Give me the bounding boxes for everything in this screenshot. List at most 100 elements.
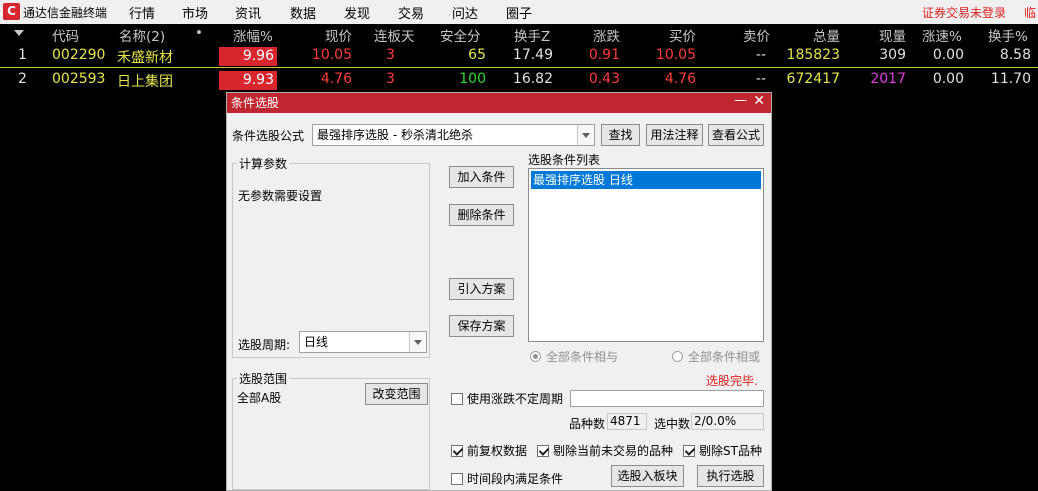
check-exclude-halt[interactable]: 剔除当前未交易的品种 <box>537 442 673 459</box>
menu-quotes[interactable]: 行情 <box>129 3 155 22</box>
checkbox-exclude-st[interactable] <box>683 445 695 457</box>
table-row[interactable]: 2 002593 日上集团 9.93 4.76 3 100 16.82 0.43… <box>0 69 1038 92</box>
check-adjust-label: 前复权数据 <box>467 444 528 458</box>
col-now[interactable]: 现量 <box>860 25 906 45</box>
menu-trade[interactable]: 交易 <box>398 3 424 22</box>
range-value: 全部A股 <box>237 391 282 405</box>
col-chg[interactable]: 涨跌 <box>580 25 620 45</box>
usage-notes-button[interactable]: 用法注释 <box>646 124 703 146</box>
period-select[interactable]: 日线 <box>299 331 427 353</box>
import-plan-button[interactable]: 引入方案 <box>449 278 514 300</box>
checkbox-uncertain[interactable] <box>451 393 463 405</box>
menu-news[interactable]: 资讯 <box>235 3 261 22</box>
row-turn: 8.58 <box>999 47 1031 63</box>
delete-condition-button[interactable]: 删除条件 <box>449 204 514 226</box>
dialog-title-bar[interactable]: 条件选股 <box>227 93 771 113</box>
add-condition-button[interactable]: 加入条件 <box>449 166 514 188</box>
params-title: 计算参数 <box>237 155 290 172</box>
col-dot[interactable]: • <box>195 25 203 41</box>
menu-circle[interactable]: 圈子 <box>506 3 532 22</box>
row-ask: -- <box>755 71 766 87</box>
row-index: 1 <box>18 47 27 63</box>
radio-or-label: 全部条件相或 <box>688 350 761 364</box>
save-plan-button[interactable]: 保存方案 <box>449 315 514 337</box>
menu-discover[interactable]: 发现 <box>344 3 370 22</box>
count-value: 4871 <box>607 413 647 430</box>
view-formula-button[interactable]: 查看公式 <box>708 124 764 146</box>
select-value: 2/0.0% <box>691 413 764 430</box>
login-status-more[interactable]: 临 <box>1024 4 1036 21</box>
chevron-down-icon[interactable] <box>577 125 594 145</box>
select-label: 选中数 <box>654 417 691 431</box>
row-now: 2017 <box>870 71 906 87</box>
condition-list[interactable]: 最强排序选股 日线 <box>528 168 764 342</box>
row-days: 3 <box>386 71 395 87</box>
check-timerange[interactable]: 时间段内满足条件 <box>451 470 563 487</box>
to-block-button[interactable]: 选股入板块 <box>611 465 684 487</box>
row-bid: 4.76 <box>664 71 696 87</box>
list-item[interactable]: 最强排序选股 日线 <box>531 171 761 189</box>
menu-data[interactable]: 数据 <box>290 3 316 22</box>
row-name: 禾盛新材 <box>117 50 173 66</box>
app-name: 通达信金融终端 <box>23 6 108 20</box>
row-code: 002290 <box>52 47 106 63</box>
table-row[interactable]: 1 002290 禾盛新材 9.96 10.05 3 65 17.49 0.91… <box>0 45 1038 68</box>
col-days[interactable]: 连板天 <box>374 25 415 45</box>
check-adjust[interactable]: 前复权数据 <box>451 442 527 459</box>
radio-or[interactable]: 全部条件相或 <box>672 348 760 365</box>
minimize-icon[interactable]: — <box>734 93 747 108</box>
col-speed[interactable]: 涨速% <box>922 25 962 45</box>
row-speed: 0.00 <box>932 47 964 63</box>
col-pct[interactable]: 涨幅% <box>233 25 273 45</box>
row-pct: 9.96 <box>219 47 277 66</box>
checkbox-timerange[interactable] <box>451 473 463 485</box>
menu-bar: C 通达信金融终端 行情 市场 资讯 数据 发现 交易 问达 圈子 证券交易未登… <box>0 0 1038 24</box>
sort-triangle-icon[interactable] <box>14 30 24 36</box>
close-icon[interactable]: ✕ <box>753 93 765 109</box>
find-button[interactable]: 查找 <box>601 124 640 146</box>
checkbox-adjust[interactable] <box>451 445 463 457</box>
check-exclude-st[interactable]: 剔除ST品种 <box>683 442 762 459</box>
radio-or-dot[interactable] <box>672 351 683 362</box>
app-logo-icon: C <box>3 3 20 20</box>
col-turnz[interactable]: 换手Z <box>514 25 550 45</box>
row-price: 4.76 <box>320 71 352 87</box>
status-done: 选股完毕. <box>706 374 758 388</box>
checkbox-exclude-halt[interactable] <box>537 445 549 457</box>
col-safe[interactable]: 安全分 <box>440 25 481 45</box>
menu-market[interactable]: 市场 <box>182 3 208 22</box>
col-ask[interactable]: 卖价 <box>722 25 770 45</box>
col-name[interactable]: 名称(2) <box>119 25 165 45</box>
col-code[interactable]: 代码 <box>52 25 79 45</box>
run-screen-button[interactable]: 执行选股 <box>697 465 764 487</box>
period-value: 日线 <box>304 335 329 349</box>
row-chg: 0.91 <box>588 47 620 63</box>
menu-ask[interactable]: 问达 <box>452 3 478 22</box>
chevron-down-icon[interactable] <box>409 332 426 352</box>
row-vol: 185823 <box>786 47 840 63</box>
params-text: 无参数需要设置 <box>238 189 323 203</box>
row-index: 2 <box>18 71 27 87</box>
row-bid: 10.05 <box>655 47 696 63</box>
check-timerange-label: 时间段内满足条件 <box>467 472 564 486</box>
row-price: 10.05 <box>311 47 352 63</box>
radio-and[interactable]: 全部条件相与 <box>530 348 618 365</box>
col-price[interactable]: 现价 <box>300 25 352 45</box>
uncertain-period-input[interactable] <box>570 390 764 407</box>
row-turnz: 17.49 <box>512 47 553 63</box>
dialog-title: 条件选股 <box>231 96 280 110</box>
radio-and-dot[interactable] <box>530 351 541 362</box>
login-status[interactable]: 证券交易未登录 <box>922 4 1006 21</box>
col-bid[interactable]: 买价 <box>650 25 696 45</box>
check-uncertain-label: 使用涨跌不定周期 <box>467 392 564 406</box>
check-exclude-halt-label: 剔除当前未交易的品种 <box>553 444 674 458</box>
range-title: 选股范围 <box>237 370 290 387</box>
col-turn[interactable]: 换手% <box>988 25 1028 45</box>
row-now: 309 <box>879 47 906 63</box>
formula-select[interactable]: 最强排序选股 - 秒杀清北绝杀 <box>312 124 595 146</box>
row-pct: 9.93 <box>219 71 277 90</box>
col-vol[interactable]: 总量 <box>790 25 840 45</box>
check-uncertain-period[interactable]: 使用涨跌不定周期 <box>451 390 563 407</box>
radio-and-label: 全部条件相与 <box>546 350 619 364</box>
change-range-button[interactable]: 改变范围 <box>365 383 428 405</box>
